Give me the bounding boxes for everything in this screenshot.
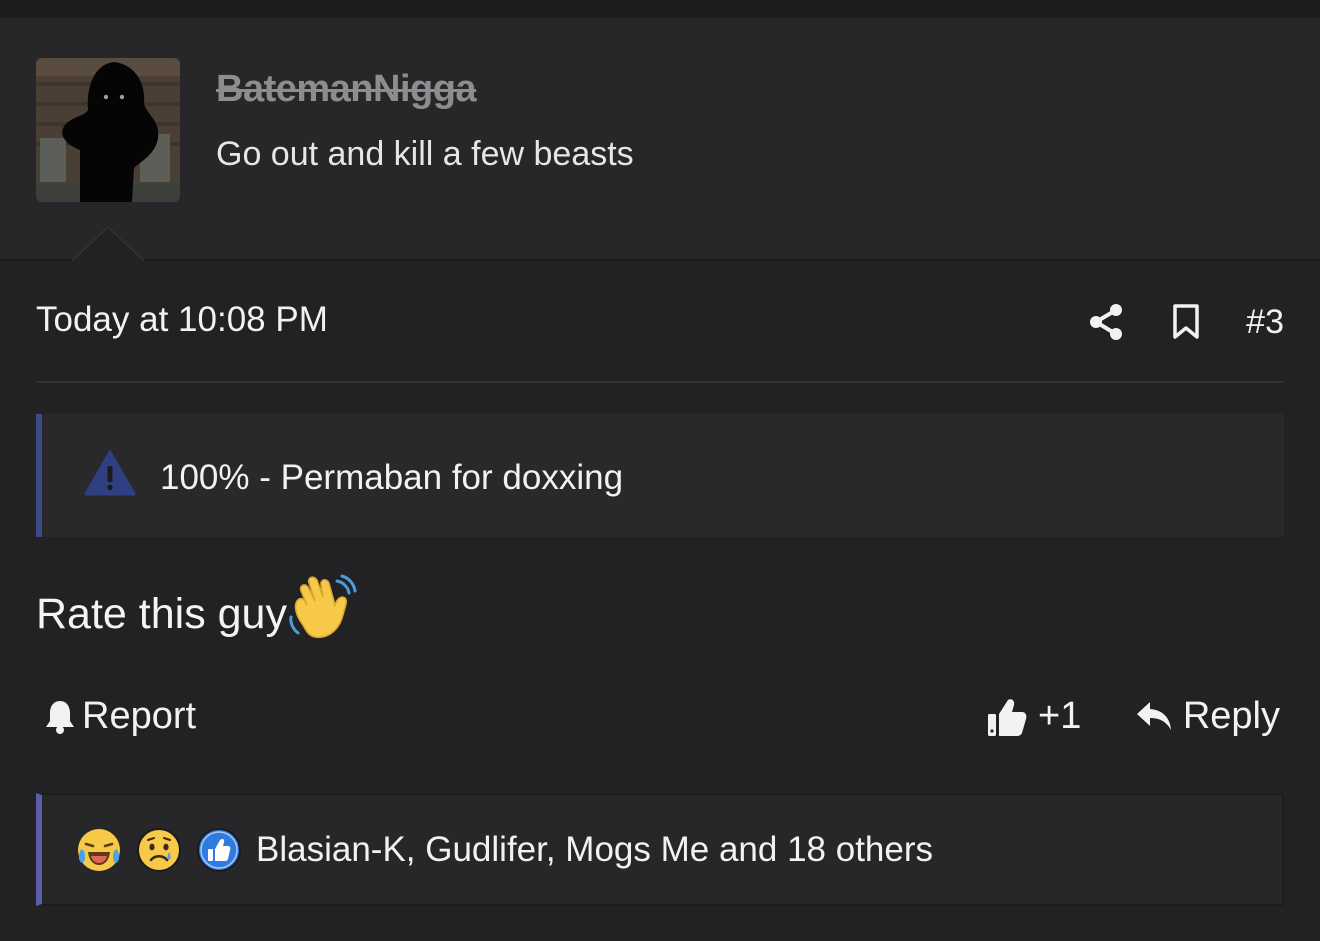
thumbs-up-icon [988, 698, 1027, 736]
reply-label: Reply [1182, 695, 1280, 737]
post-body: Rate this guy [36, 574, 357, 643]
waving-hand-emoji [289, 574, 357, 639]
divider [36, 381, 1284, 383]
share-icon[interactable] [1086, 302, 1126, 342]
report-button[interactable]: Report [44, 695, 196, 738]
post-body-text: Rate this guy [36, 589, 287, 638]
sad-emoji [136, 827, 182, 873]
reply-arrow-icon [1136, 701, 1171, 730]
like-button[interactable]: +1 [986, 695, 1081, 738]
bell-icon [46, 700, 74, 734]
post-number[interactable]: #3 [1246, 303, 1284, 342]
user-title: Go out and kill a few beasts [216, 135, 634, 173]
reactions-summary[interactable]: Blasian-K, Gudlifer, Mogs Me and 18 othe… [256, 830, 933, 870]
report-label: Report [82, 695, 197, 737]
post-timestamp[interactable]: Today at 10:08 PM [36, 300, 328, 340]
like-label: +1 [1038, 695, 1082, 737]
warning-text: 100% - Permaban for doxxing [160, 458, 624, 497]
reply-button[interactable]: Reply [1135, 695, 1280, 738]
reactions-bar[interactable]: Blasian-K, Gudlifer, Mogs Me and 18 othe… [36, 793, 1284, 906]
post-pointer-arrow [72, 226, 144, 262]
warning-box: 100% - Permaban for doxxing [36, 414, 1284, 537]
user-header: BatemanNigga Go out and kill a few beast… [0, 18, 1320, 262]
laughing-crying-emoji [76, 827, 122, 873]
thumbs-up-reaction [196, 827, 242, 873]
bookmark-icon[interactable] [1166, 302, 1206, 342]
post-actions: Report +1 Reply [36, 695, 1284, 745]
username[interactable]: BatemanNigga [216, 68, 477, 111]
post-meta: Today at 10:08 PM #3 [36, 300, 1284, 344]
top-strip [0, 0, 1320, 19]
avatar[interactable] [36, 58, 180, 202]
warning-icon [84, 450, 136, 496]
